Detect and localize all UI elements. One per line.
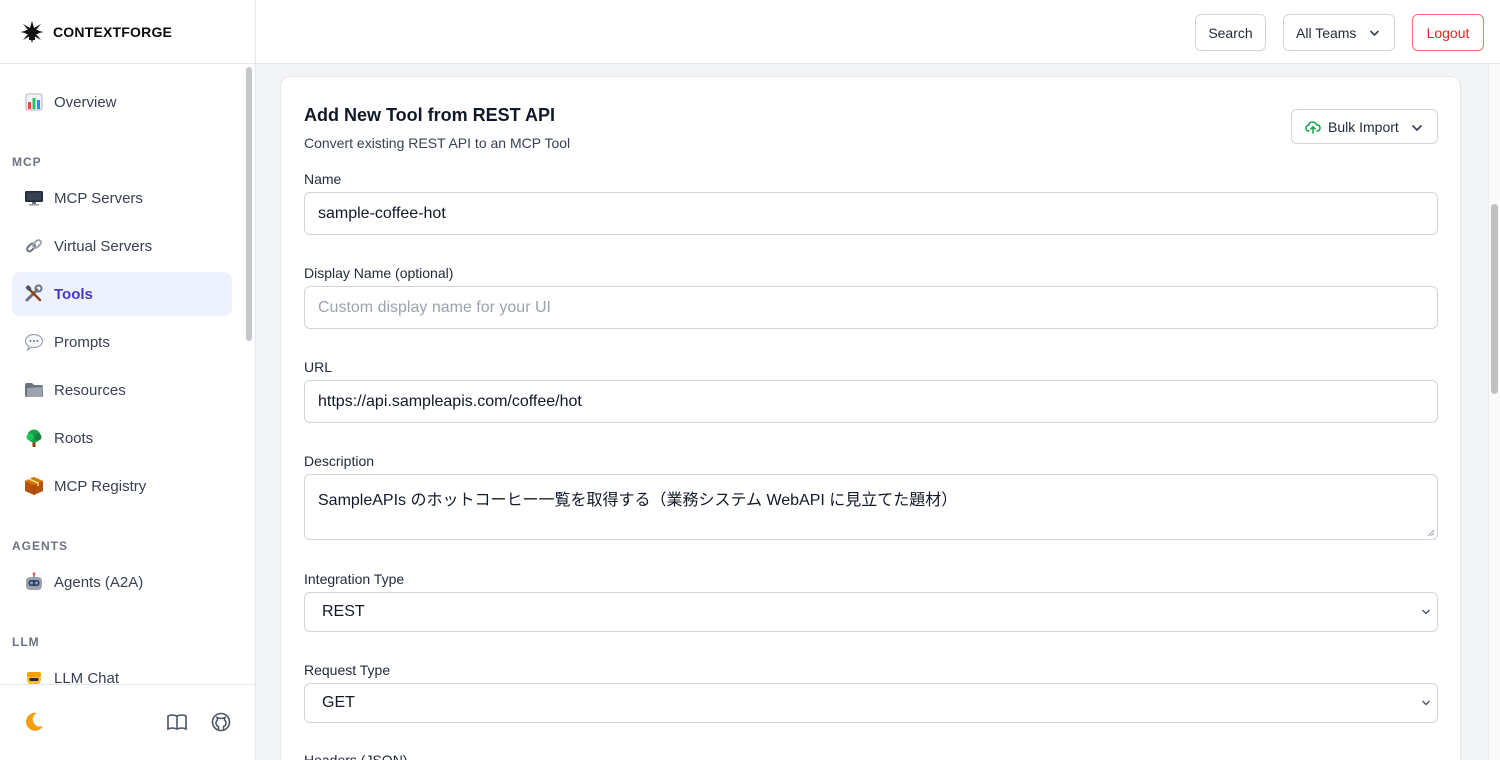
moon-icon[interactable] <box>23 711 45 733</box>
request-type-value: GET <box>322 694 355 711</box>
sidebar-item-label: Roots <box>54 429 94 447</box>
integration-type-label: Integration Type <box>304 571 405 587</box>
sidebar-item-label: MCP Registry <box>54 477 147 495</box>
sidebar-item-mcp-servers[interactable]: MCP Servers <box>12 176 232 220</box>
sidebar-item-llm-chat[interactable]: LLM Chat <box>12 656 232 684</box>
logout-button[interactable]: Logout <box>1412 14 1484 51</box>
chevron-down-icon <box>1422 700 1430 706</box>
name-input[interactable]: sample-coffee-hot <box>304 192 1438 235</box>
brand-name: CONTEXTFORGE <box>53 23 173 40</box>
display-name-label: Display Name (optional) <box>304 265 454 281</box>
sidebar-item-prompts[interactable]: Prompts <box>12 320 232 364</box>
speech-bubble-icon <box>24 332 44 352</box>
book-icon[interactable] <box>166 711 188 733</box>
section-title-agents: AGENTS <box>12 539 69 553</box>
sidebar-nav: Overview MCP MCP Servers Virtual Servers… <box>0 64 255 684</box>
sidebar-item-roots[interactable]: Roots <box>12 416 232 460</box>
description-value: SampleAPIs のホットコーヒー一覧を取得する（業務システム WebAPI… <box>318 492 958 509</box>
sidebar-item-tools[interactable]: Tools <box>12 272 232 316</box>
form-title: Add New Tool from REST API <box>304 105 555 125</box>
team-selector[interactable]: All Teams <box>1283 14 1395 51</box>
sidebar-item-label: Agents (A2A) <box>54 573 144 591</box>
request-type-select[interactable]: GET <box>304 683 1438 723</box>
forge-logo-icon <box>21 20 43 43</box>
sidebar-item-overview[interactable]: Overview <box>12 80 232 124</box>
url-input-value: https://api.sampleapis.com/coffee/hot <box>318 392 582 410</box>
chat-icon <box>24 668 44 684</box>
sidebar-item-label: LLM Chat <box>54 669 120 685</box>
sidebar-item-resources[interactable]: Resources <box>12 368 232 412</box>
robot-icon <box>24 572 44 592</box>
integration-type-value: REST <box>322 603 365 620</box>
sidebar-item-agents[interactable]: Agents (A2A) <box>12 560 232 604</box>
display-name-placeholder: Custom display name for your UI <box>318 298 551 316</box>
form-subtitle: Convert existing REST API to an MCP Tool <box>304 135 571 151</box>
add-tool-form: Add New Tool from REST API Convert exist… <box>280 76 1461 760</box>
section-title-mcp: MCP <box>12 155 42 169</box>
search-button[interactable]: Search <box>1195 14 1266 51</box>
tree-icon <box>24 428 44 448</box>
description-textarea[interactable]: SampleAPIs のホットコーヒー一覧を取得する（業務システム WebAPI… <box>304 474 1438 540</box>
github-icon[interactable] <box>210 711 232 733</box>
sidebar-item-virtual-servers[interactable]: Virtual Servers <box>12 224 232 268</box>
bulk-import-button[interactable]: Bulk Import <box>1291 109 1438 144</box>
link-icon <box>24 236 44 256</box>
integration-type-select[interactable]: REST <box>304 592 1438 632</box>
headers-label: Headers (JSON) <box>304 752 408 760</box>
sidebar-footer <box>0 684 255 760</box>
sidebar-item-label: Resources <box>54 381 126 399</box>
sidebar-scrollbar[interactable] <box>246 67 252 341</box>
upload-cloud-icon <box>1305 121 1321 134</box>
description-label: Description <box>304 453 375 469</box>
folder-icon <box>24 380 44 400</box>
page-scrollbar-thumb[interactable] <box>1491 204 1498 394</box>
tools-icon <box>24 284 44 304</box>
brand-logo[interactable]: CONTEXTFORGE <box>0 0 255 64</box>
monitor-icon <box>24 188 44 208</box>
bulk-import-label: Bulk Import <box>1328 119 1399 135</box>
chevron-down-icon <box>1422 609 1430 615</box>
page-scrollbar[interactable] <box>1488 64 1500 760</box>
url-label: URL <box>304 359 333 375</box>
sidebar-item-label: Overview <box>54 93 117 111</box>
chevron-down-icon <box>1411 124 1423 132</box>
sidebar-item-mcp-registry[interactable]: MCP Registry <box>12 464 232 508</box>
sidebar: CONTEXTFORGE Overview MCP MCP Servers Vi… <box>0 0 256 760</box>
package-icon <box>24 476 44 496</box>
chevron-down-icon <box>1369 30 1380 37</box>
sidebar-item-label: Prompts <box>54 333 110 351</box>
section-title-llm: LLM <box>12 635 40 649</box>
name-input-value: sample-coffee-hot <box>318 204 446 222</box>
resize-handle-icon[interactable] <box>1427 529 1435 537</box>
display-name-input[interactable]: Custom display name for your UI <box>304 286 1438 329</box>
url-input[interactable]: https://api.sampleapis.com/coffee/hot <box>304 380 1438 423</box>
main-content: Add New Tool from REST API Convert exist… <box>256 64 1488 760</box>
sidebar-item-label: Virtual Servers <box>54 237 153 255</box>
name-label: Name <box>304 171 342 187</box>
team-selector-label: All Teams <box>1296 24 1357 41</box>
top-header: Search All Teams Logout <box>256 0 1500 64</box>
sidebar-item-label: Tools <box>54 285 93 303</box>
bar-chart-icon <box>24 92 44 112</box>
request-type-label: Request Type <box>304 662 391 678</box>
sidebar-item-label: MCP Servers <box>54 189 143 207</box>
